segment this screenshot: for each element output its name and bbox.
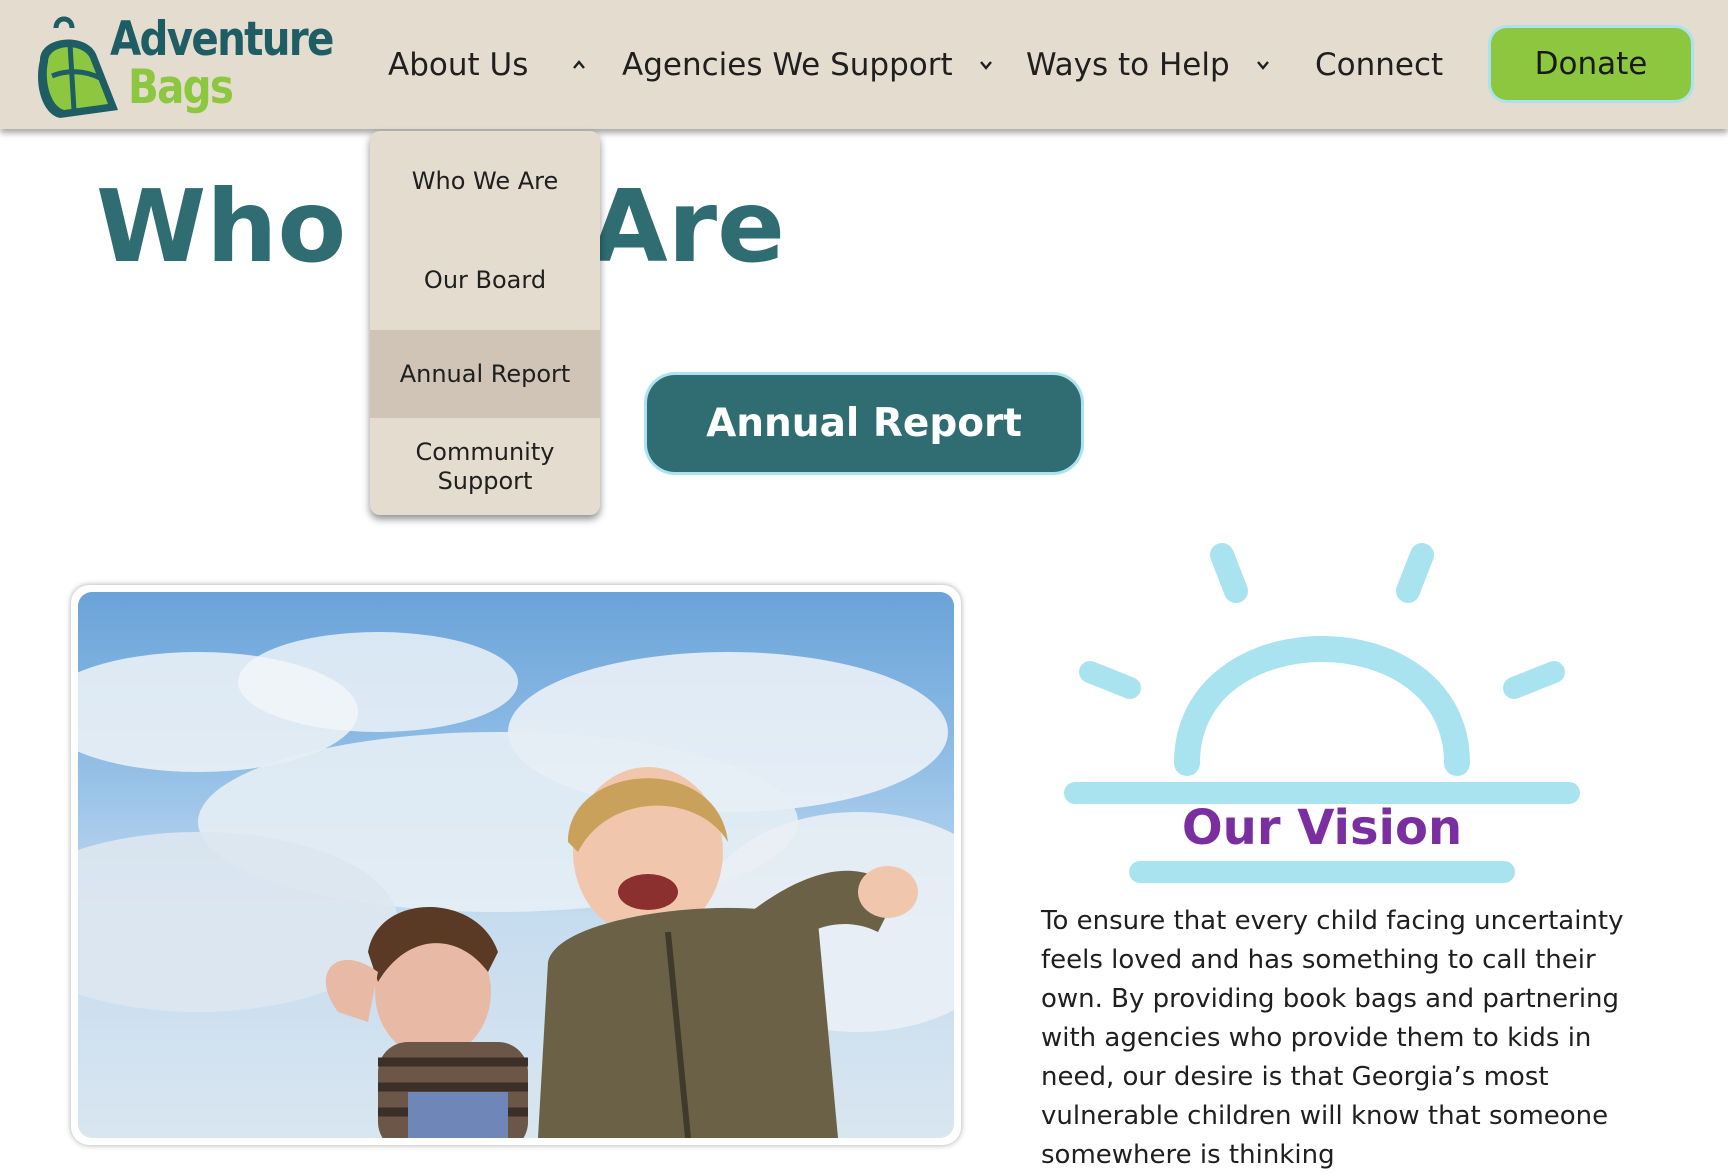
- nav-ways-to-help[interactable]: Ways to Help: [1026, 40, 1270, 90]
- nav-connect[interactable]: Connect: [1315, 40, 1443, 90]
- nav-about-us-label: About Us: [388, 47, 529, 83]
- menu-item-label: Who We Are: [411, 166, 559, 195]
- menu-item-who-we-are[interactable]: Who We Are: [370, 131, 600, 231]
- children-playing-photo: [78, 592, 954, 1138]
- backpack-icon: [38, 16, 118, 118]
- nav-connect-label: Connect: [1315, 47, 1444, 83]
- menu-item-annual-report[interactable]: Annual Report: [370, 330, 600, 418]
- nav-agencies-we-support[interactable]: Agencies We Support: [622, 40, 993, 90]
- menu-item-label: Annual Report: [399, 359, 571, 388]
- menu-item-label: Our Board: [423, 266, 547, 295]
- annual-report-button[interactable]: Annual Report: [647, 375, 1081, 472]
- chevron-up-icon: [573, 60, 586, 69]
- vision-text: To ensure that every child facing uncert…: [1041, 906, 1624, 1170]
- nav-ways-label: Ways to Help: [1026, 47, 1230, 83]
- photo-illustration: [78, 632, 954, 1138]
- chevron-down-icon: [1256, 61, 1269, 70]
- nav-about-us[interactable]: About Us: [388, 40, 586, 90]
- donate-button[interactable]: Donate: [1491, 28, 1691, 100]
- chevron-down-icon: [979, 61, 992, 70]
- nav-agencies-label: Agencies We Support: [622, 47, 953, 83]
- logo-text-adventure: Adventure: [110, 12, 334, 67]
- menu-item-our-board[interactable]: Our Board: [370, 231, 600, 330]
- menu-item-community-support[interactable]: Community Support: [370, 418, 600, 515]
- menu-item-label: Community Support: [415, 437, 555, 495]
- photo-card: [71, 585, 961, 1145]
- logo[interactable]: Adventure Bags: [30, 14, 350, 118]
- vision-title: Our Vision: [1181, 800, 1463, 856]
- logo-text-bags: Bags: [128, 60, 234, 115]
- site-header: Adventure Bags About Us Agencies We Supp…: [0, 0, 1728, 129]
- about-us-dropdown-menu: Who We Are Our Board Annual Report Commu…: [370, 131, 600, 515]
